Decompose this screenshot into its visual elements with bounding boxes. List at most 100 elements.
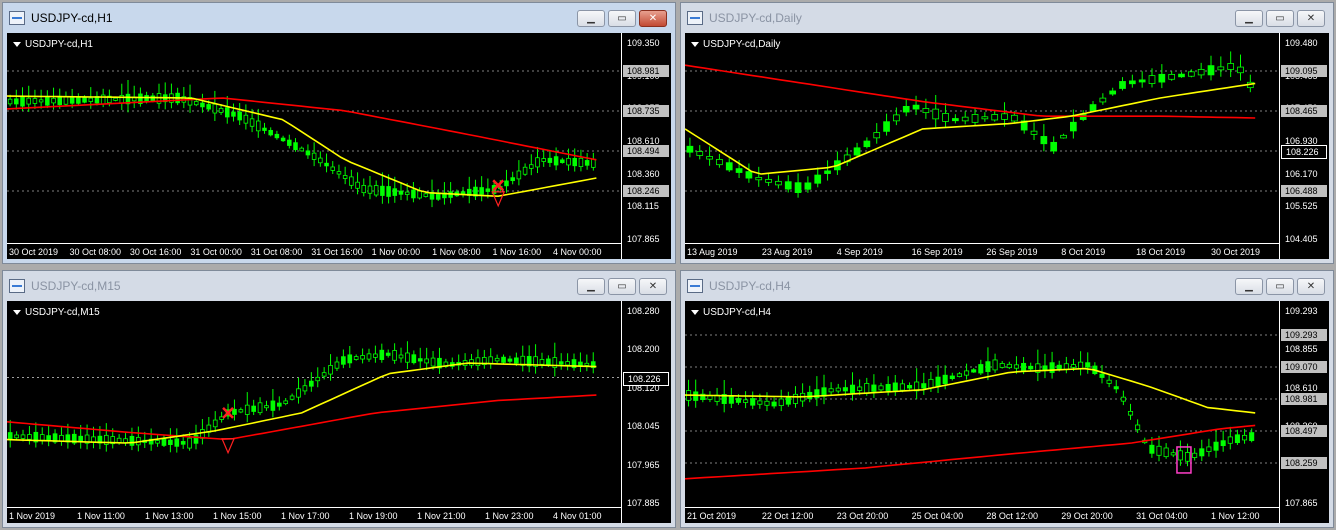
minimize-button[interactable]: ▁ [1235, 10, 1263, 27]
minimize-button[interactable]: ▁ [577, 10, 605, 27]
time-tick: 30 Oct 16:00 [129, 247, 182, 257]
candle [82, 97, 87, 103]
time-tick: 23 Aug 2019 [761, 247, 813, 257]
candle [193, 101, 199, 106]
time-scale[interactable]: 30 Oct 2019 30 Oct 08:00 30 Oct 16:00 31 Oc… [7, 243, 621, 259]
titlebar[interactable]: USDJPY-cd,Daily ▁ ▭ ✕ [681, 3, 1333, 33]
close-button[interactable]: ✕ [1297, 278, 1325, 295]
candle [885, 383, 891, 392]
candle [283, 400, 289, 405]
titlebar[interactable]: USDJPY-cd,H4 ▁ ▭ ✕ [681, 271, 1333, 301]
chart-window-h4[interactable]: USDJPY-cd,H4 ▁ ▭ ✕ USDJPY-cd,H4 109.293 1… [680, 270, 1334, 528]
time-tick: 4 Sep 2019 [836, 247, 883, 257]
candle [553, 156, 559, 166]
candle [212, 103, 218, 114]
candle [584, 362, 590, 366]
price-scale[interactable]: 109.350109.100108.855108.610108.360108.1… [621, 33, 671, 259]
chart-window-daily[interactable]: USDJPY-cd,Daily ▁ ▭ ✕ USDJPY-cd,Daily 10… [680, 2, 1334, 264]
price-scale[interactable]: 109.293108.855108.610108.360108.115107.8… [1279, 301, 1329, 523]
candle [349, 176, 354, 186]
candle [360, 355, 365, 360]
minimize-button[interactable]: ▁ [577, 278, 605, 295]
minimize-button[interactable]: ▁ [1235, 278, 1263, 295]
candle [20, 96, 25, 107]
candle [244, 404, 250, 415]
candle [180, 441, 186, 445]
candle [842, 387, 848, 392]
ma-slow-line [685, 64, 1256, 119]
titlebar[interactable]: USDJPY-cd,H1 ▁ ▭ ✕ [3, 3, 675, 33]
maximize-button[interactable]: ▭ [1266, 10, 1294, 27]
time-scale[interactable]: 1 Nov 2019 1 Nov 11:00 1 Nov 13:00 1 Nov 15… [7, 507, 621, 523]
candle [251, 405, 256, 412]
candle [565, 361, 570, 366]
close-button[interactable]: ✕ [1297, 10, 1325, 27]
chart-canvas[interactable]: USDJPY-cd,H4 109.293108.855108.610108.36… [685, 301, 1329, 523]
candle [864, 383, 870, 394]
candle [1001, 113, 1008, 120]
candle [584, 160, 590, 166]
time-tick: 1 Nov 17:00 [281, 511, 330, 521]
candle [249, 118, 255, 127]
close-button[interactable]: ✕ [639, 10, 667, 27]
price-tick: 105.525 [1285, 201, 1318, 212]
price-scale[interactable]: 108.280 108.200 108.120 108.045 107.965 107.8… [621, 301, 671, 523]
candle [1006, 363, 1012, 369]
candle [835, 387, 841, 392]
candle [268, 130, 273, 136]
maximize-button[interactable]: ▭ [608, 10, 636, 27]
time-scale[interactable]: 21 Oct 2019 22 Oct 12:00 23 Oct 20:00 25 Oc… [685, 507, 1279, 523]
maximize-button[interactable]: ▭ [608, 278, 636, 295]
candle [784, 181, 792, 190]
candle [324, 162, 329, 167]
candle [978, 364, 984, 374]
ma-slow-line [7, 394, 597, 441]
chart-canvas[interactable]: USDJPY-cd,M15 108.280 108.200 108.120 108.0… [7, 301, 671, 523]
titlebar[interactable]: USDJPY-cd,M15 ▁ ▭ ✕ [3, 271, 675, 301]
candle [193, 434, 199, 444]
price-marker: 108.226 [623, 371, 669, 386]
candle [238, 409, 244, 413]
candle [1217, 66, 1225, 71]
arrow-down-icon [221, 438, 235, 455]
candle [69, 96, 75, 104]
time-scale[interactable]: 13 Aug 2019 23 Aug 2019 4 Sep 2019 16 Sep 2… [685, 243, 1279, 259]
candle [1030, 130, 1038, 135]
candle [964, 370, 970, 376]
price-marker: 109.095 [1281, 65, 1327, 77]
candle [1060, 134, 1067, 139]
chart-window-m15[interactable]: USDJPY-cd,M15 ▁ ▭ ✕ USDJPY-cd,M15 108.28… [2, 270, 676, 528]
candle [1207, 65, 1215, 76]
chart-window-h1[interactable]: USDJPY-cd,H1 ▁ ▭ ✕ USDJPY-cd,H1 109.350 1… [2, 2, 676, 264]
chart-canvas[interactable]: USDJPY-cd,H1 109.350109.100108.855108.61… [7, 33, 671, 259]
price-marker: 108.981 [623, 65, 669, 77]
price-scale[interactable]: 109.480108.465107.450106.930106.170105.5… [1279, 33, 1329, 259]
candle [1127, 411, 1134, 416]
maximize-button[interactable]: ▭ [1266, 278, 1294, 295]
candle [785, 396, 791, 405]
price-tick: 109.293 [1285, 306, 1318, 316]
candle [952, 118, 959, 122]
chart-canvas[interactable]: USDJPY-cd,Daily 109.480108.465107.450106… [685, 33, 1329, 259]
candle [1099, 97, 1107, 103]
price-marker: 108.494 [623, 145, 669, 157]
candle [1013, 364, 1019, 369]
candle [814, 174, 822, 184]
candle [1192, 452, 1198, 458]
candle [1148, 75, 1156, 84]
price-marker: 108.497 [1281, 425, 1327, 437]
candle [257, 402, 263, 414]
time-tick: 8 Oct 2019 [1061, 247, 1106, 257]
candle [386, 186, 391, 197]
candle [237, 111, 242, 121]
candle [1187, 71, 1195, 77]
candle [373, 185, 379, 196]
time-tick: 31 Oct 08:00 [250, 247, 303, 257]
candle [853, 147, 861, 156]
candle [522, 166, 528, 175]
candle [411, 354, 417, 364]
close-button[interactable]: ✕ [639, 278, 667, 295]
candle [27, 434, 32, 440]
candle [212, 419, 218, 428]
price-tick: 108.280 [627, 306, 660, 316]
